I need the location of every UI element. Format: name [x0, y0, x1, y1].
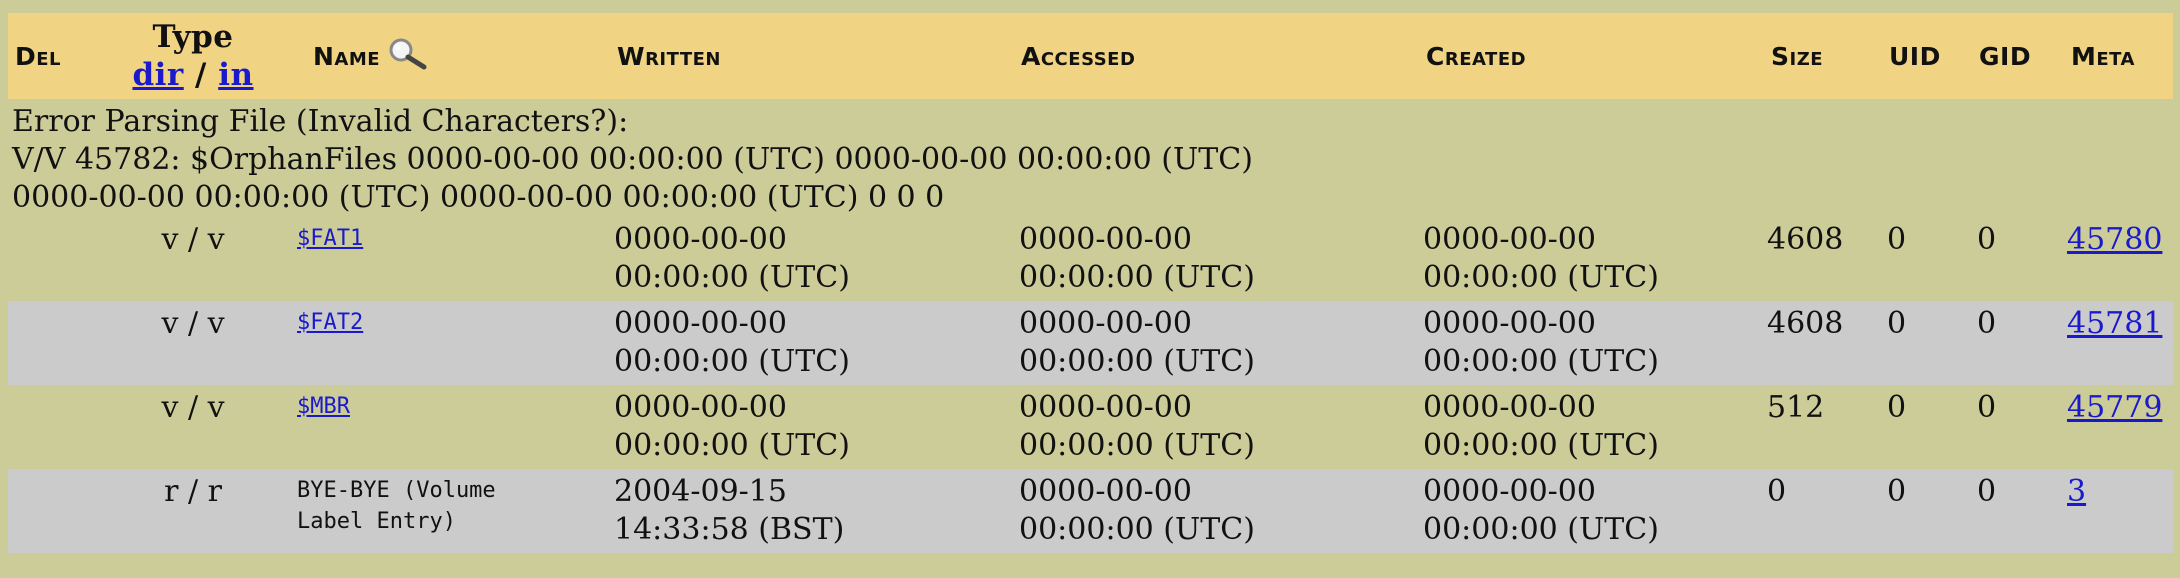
volume-label-text: BYE-BYE (Volume — [297, 478, 496, 503]
gid-cell: 0 — [1977, 222, 1997, 257]
size-cell: 4608 — [1767, 222, 1844, 257]
table-row: v / v $FAT1 0000-00-00 00:00:00 (UTC) 000… — [8, 217, 2173, 301]
col-gid-header: GID — [1979, 41, 2032, 71]
type-cell: v / v — [161, 222, 225, 257]
col-meta-header: Meta — [2071, 41, 2135, 71]
meta-link[interactable]: 45780 — [2067, 222, 2162, 257]
uid-cell: 0 — [1887, 222, 1907, 257]
size-cell: 4608 — [1767, 306, 1844, 341]
meta-link[interactable]: 45781 — [2067, 306, 2162, 341]
error-line: 0000-00-00 00:00:00 (UTC) 0000-00-00 00:… — [12, 180, 945, 215]
table-row: r / r BYE-BYE (Volume Label Entry) 2004-0… — [8, 469, 2173, 553]
accessed-cell: 0000-00-00 00:00:00 (UTC) — [1019, 474, 1255, 547]
table-header: Del Type dir / in Name Written Accessed … — [8, 13, 2173, 99]
parse-error-message: Error Parsing File (Invalid Characters?)… — [8, 99, 2173, 217]
table-row: v / v $FAT2 0000-00-00 00:00:00 (UTC) 000… — [8, 301, 2173, 385]
type-sort-links: dir / in — [132, 57, 254, 93]
accessed-cell: 0000-00-00 00:00:00 (UTC) — [1019, 222, 1255, 295]
meta-cell: 45779 — [2067, 389, 2162, 427]
name-cell: BYE-BYE (Volume Label Entry) — [297, 475, 496, 537]
created-cell: 0000-00-00 00:00:00 (UTC) — [1423, 222, 1659, 295]
col-accessed-header: Accessed — [1021, 41, 1136, 71]
col-created-header: Created — [1426, 41, 1527, 71]
meta-cell: 3 — [2067, 473, 2086, 511]
size-cell: 0 — [1767, 474, 1787, 509]
name-cell: $FAT2 — [297, 307, 363, 338]
sort-in-link[interactable]: in — [218, 57, 253, 93]
magnifier-icon[interactable] — [386, 36, 430, 76]
uid-cell: 0 — [1887, 390, 1907, 425]
written-cell: 2004-09-15 14:33:58 (BST) — [614, 474, 845, 547]
file-link[interactable]: $FAT1 — [297, 226, 363, 251]
gid-cell: 0 — [1977, 390, 1997, 425]
meta-cell: 45781 — [2067, 305, 2162, 343]
col-del-header: Del — [15, 41, 62, 71]
sort-dir-link[interactable]: dir — [132, 57, 183, 93]
type-label: Type — [152, 19, 234, 55]
gid-cell: 0 — [1977, 306, 1997, 341]
col-name-header: Name — [313, 13, 430, 99]
type-cell: r / r — [164, 474, 222, 509]
type-cell: v / v — [161, 390, 225, 425]
gid-cell: 0 — [1977, 474, 1997, 509]
col-type-header: Type dir / in — [123, 13, 263, 99]
col-written-header: Written — [617, 41, 721, 71]
error-line: V/V 45782: $OrphanFiles 0000-00-00 00:00… — [12, 142, 1253, 177]
name-label: Name — [313, 41, 381, 71]
uid-cell: 0 — [1887, 474, 1907, 509]
created-cell: 0000-00-00 00:00:00 (UTC) — [1423, 390, 1659, 463]
size-cell: 512 — [1767, 390, 1825, 425]
volume-label-text: Label Entry) — [297, 509, 456, 534]
table-row: v / v $MBR 0000-00-00 00:00:00 (UTC) 0000… — [8, 385, 2173, 469]
written-cell: 0000-00-00 00:00:00 (UTC) — [614, 222, 850, 295]
meta-link[interactable]: 3 — [2067, 474, 2086, 509]
error-line: Error Parsing File (Invalid Characters?)… — [12, 104, 629, 139]
file-link[interactable]: $MBR — [297, 394, 350, 419]
created-cell: 0000-00-00 00:00:00 (UTC) — [1423, 474, 1659, 547]
file-link[interactable]: $FAT2 — [297, 310, 363, 335]
written-cell: 0000-00-00 00:00:00 (UTC) — [614, 306, 850, 379]
col-size-header: Size — [1771, 41, 1824, 71]
file-listing-table: Del Type dir / in Name Written Accessed … — [8, 13, 2173, 553]
written-cell: 0000-00-00 00:00:00 (UTC) — [614, 390, 850, 463]
meta-cell: 45780 — [2067, 221, 2162, 259]
name-cell: $MBR — [297, 391, 350, 422]
type-cell: v / v — [161, 306, 225, 341]
created-cell: 0000-00-00 00:00:00 (UTC) — [1423, 306, 1659, 379]
uid-cell: 0 — [1887, 306, 1907, 341]
col-uid-header: UID — [1889, 41, 1941, 71]
name-cell: $FAT1 — [297, 223, 363, 254]
meta-link[interactable]: 45779 — [2067, 390, 2162, 425]
accessed-cell: 0000-00-00 00:00:00 (UTC) — [1019, 306, 1255, 379]
accessed-cell: 0000-00-00 00:00:00 (UTC) — [1019, 390, 1255, 463]
